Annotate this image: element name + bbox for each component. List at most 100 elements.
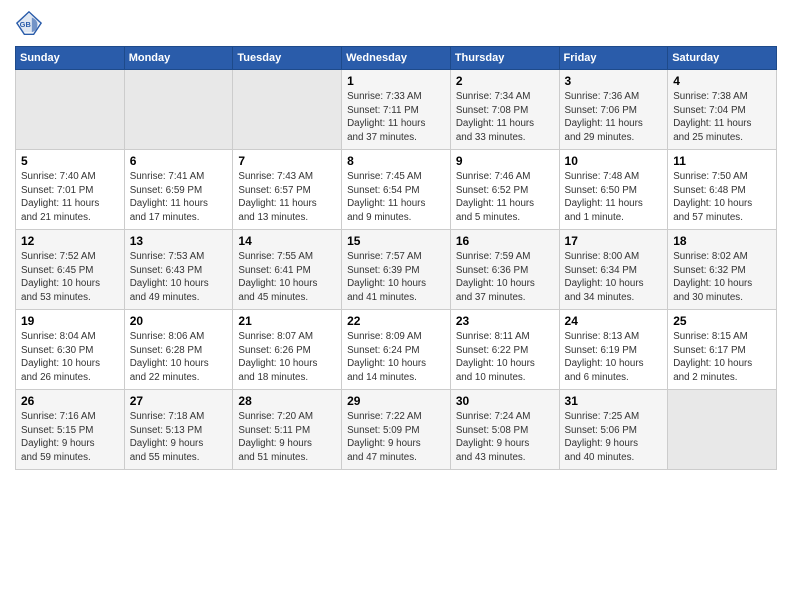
day-info: Sunrise: 7:41 AM Sunset: 6:59 PM Dayligh… [130, 170, 228, 225]
day-info: Sunrise: 7:57 AM Sunset: 6:39 PM Dayligh… [347, 250, 445, 305]
day-number: 17 [565, 234, 663, 248]
day-info: Sunrise: 7:25 AM Sunset: 5:06 PM Dayligh… [565, 410, 663, 465]
day-info: Sunrise: 7:22 AM Sunset: 5:09 PM Dayligh… [347, 410, 445, 465]
header-day-thursday: Thursday [450, 47, 559, 70]
day-info: Sunrise: 7:59 AM Sunset: 6:36 PM Dayligh… [456, 250, 554, 305]
calendar-cell: 4 Sunrise: 7:38 AM Sunset: 7:04 PM Daylig… [668, 70, 777, 150]
calendar-cell: 15 Sunrise: 7:57 AM Sunset: 6:39 PM Dayli… [342, 230, 451, 310]
header-day-friday: Friday [559, 47, 668, 70]
day-number: 6 [130, 154, 228, 168]
day-number: 14 [238, 234, 336, 248]
calendar-cell: 11 Sunrise: 7:50 AM Sunset: 6:48 PM Dayli… [668, 150, 777, 230]
calendar-header: SundayMondayTuesdayWednesdayThursdayFrid… [16, 47, 777, 70]
calendar-cell: 22 Sunrise: 8:09 AM Sunset: 6:24 PM Dayli… [342, 310, 451, 390]
day-info: Sunrise: 8:06 AM Sunset: 6:28 PM Dayligh… [130, 330, 228, 385]
day-info: Sunrise: 7:38 AM Sunset: 7:04 PM Dayligh… [673, 90, 771, 145]
header-day-saturday: Saturday [668, 47, 777, 70]
calendar-week-4: 19 Sunrise: 8:04 AM Sunset: 6:30 PM Dayli… [16, 310, 777, 390]
day-info: Sunrise: 8:02 AM Sunset: 6:32 PM Dayligh… [673, 250, 771, 305]
day-number: 8 [347, 154, 445, 168]
calendar-cell [16, 70, 125, 150]
day-number: 22 [347, 314, 445, 328]
day-number: 3 [565, 74, 663, 88]
calendar-cell: 5 Sunrise: 7:40 AM Sunset: 7:01 PM Daylig… [16, 150, 125, 230]
day-number: 9 [456, 154, 554, 168]
header-day-monday: Monday [124, 47, 233, 70]
header-day-wednesday: Wednesday [342, 47, 451, 70]
calendar-cell: 2 Sunrise: 7:34 AM Sunset: 7:08 PM Daylig… [450, 70, 559, 150]
day-number: 29 [347, 394, 445, 408]
day-info: Sunrise: 7:24 AM Sunset: 5:08 PM Dayligh… [456, 410, 554, 465]
calendar-cell: 31 Sunrise: 7:25 AM Sunset: 5:06 PM Dayli… [559, 390, 668, 470]
day-number: 13 [130, 234, 228, 248]
calendar-table: SundayMondayTuesdayWednesdayThursdayFrid… [15, 46, 777, 470]
day-info: Sunrise: 7:52 AM Sunset: 6:45 PM Dayligh… [21, 250, 119, 305]
calendar-cell [668, 390, 777, 470]
day-number: 26 [21, 394, 119, 408]
day-number: 5 [21, 154, 119, 168]
day-info: Sunrise: 7:33 AM Sunset: 7:11 PM Dayligh… [347, 90, 445, 145]
calendar-cell: 17 Sunrise: 8:00 AM Sunset: 6:34 PM Dayli… [559, 230, 668, 310]
day-number: 25 [673, 314, 771, 328]
calendar-cell: 23 Sunrise: 8:11 AM Sunset: 6:22 PM Dayli… [450, 310, 559, 390]
day-info: Sunrise: 7:36 AM Sunset: 7:06 PM Dayligh… [565, 90, 663, 145]
day-info: Sunrise: 8:07 AM Sunset: 6:26 PM Dayligh… [238, 330, 336, 385]
day-number: 18 [673, 234, 771, 248]
calendar-cell: 20Sunrise: 8:06 AM Sunset: 6:28 PM Dayli… [124, 310, 233, 390]
day-number: 23 [456, 314, 554, 328]
calendar-week-5: 26 Sunrise: 7:16 AM Sunset: 5:15 PM Dayli… [16, 390, 777, 470]
page-header: GB [15, 10, 777, 38]
day-info: Sunrise: 8:00 AM Sunset: 6:34 PM Dayligh… [565, 250, 663, 305]
calendar-cell: 8 Sunrise: 7:45 AM Sunset: 6:54 PM Daylig… [342, 150, 451, 230]
calendar-cell: 28 Sunrise: 7:20 AM Sunset: 5:11 PM Dayli… [233, 390, 342, 470]
day-info: Sunrise: 7:34 AM Sunset: 7:08 PM Dayligh… [456, 90, 554, 145]
day-number: 7 [238, 154, 336, 168]
day-number: 12 [21, 234, 119, 248]
day-number: 10 [565, 154, 663, 168]
calendar-cell: 27Sunrise: 7:18 AM Sunset: 5:13 PM Dayli… [124, 390, 233, 470]
calendar-cell: 29 Sunrise: 7:22 AM Sunset: 5:09 PM Dayli… [342, 390, 451, 470]
day-number: 21 [238, 314, 336, 328]
logo: GB [15, 10, 47, 38]
day-info: Sunrise: 7:45 AM Sunset: 6:54 PM Dayligh… [347, 170, 445, 225]
calendar-week-1: 1 Sunrise: 7:33 AM Sunset: 7:11 PM Daylig… [16, 70, 777, 150]
logo-icon: GB [15, 10, 43, 38]
day-info: Sunrise: 7:43 AM Sunset: 6:57 PM Dayligh… [238, 170, 336, 225]
day-number: 4 [673, 74, 771, 88]
day-info: Sunrise: 7:16 AM Sunset: 5:15 PM Dayligh… [21, 410, 119, 465]
day-info: Sunrise: 7:20 AM Sunset: 5:11 PM Dayligh… [238, 410, 336, 465]
day-number: 27 [130, 394, 228, 408]
day-number: 11 [673, 154, 771, 168]
day-number: 19 [21, 314, 119, 328]
calendar-cell [233, 70, 342, 150]
calendar-cell: 13Sunrise: 7:53 AM Sunset: 6:43 PM Dayli… [124, 230, 233, 310]
calendar-week-3: 12 Sunrise: 7:52 AM Sunset: 6:45 PM Dayli… [16, 230, 777, 310]
day-number: 15 [347, 234, 445, 248]
day-number: 2 [456, 74, 554, 88]
day-number: 31 [565, 394, 663, 408]
calendar-cell: 3 Sunrise: 7:36 AM Sunset: 7:06 PM Daylig… [559, 70, 668, 150]
calendar-cell: 30 Sunrise: 7:24 AM Sunset: 5:08 PM Dayli… [450, 390, 559, 470]
svg-text:GB: GB [20, 20, 32, 29]
calendar-body: 1 Sunrise: 7:33 AM Sunset: 7:11 PM Daylig… [16, 70, 777, 470]
header-day-tuesday: Tuesday [233, 47, 342, 70]
day-number: 28 [238, 394, 336, 408]
day-number: 16 [456, 234, 554, 248]
calendar-cell: 7 Sunrise: 7:43 AM Sunset: 6:57 PM Daylig… [233, 150, 342, 230]
calendar-cell: 1 Sunrise: 7:33 AM Sunset: 7:11 PM Daylig… [342, 70, 451, 150]
calendar-cell [124, 70, 233, 150]
calendar-cell: 6 Sunrise: 7:41 AM Sunset: 6:59 PM Daylig… [124, 150, 233, 230]
header-day-sunday: Sunday [16, 47, 125, 70]
calendar-cell: 12 Sunrise: 7:52 AM Sunset: 6:45 PM Dayli… [16, 230, 125, 310]
day-info: Sunrise: 8:15 AM Sunset: 6:17 PM Dayligh… [673, 330, 771, 385]
day-info: Sunrise: 8:13 AM Sunset: 6:19 PM Dayligh… [565, 330, 663, 385]
day-info: Sunrise: 8:09 AM Sunset: 6:24 PM Dayligh… [347, 330, 445, 385]
day-number: 1 [347, 74, 445, 88]
day-info: Sunrise: 7:50 AM Sunset: 6:48 PM Dayligh… [673, 170, 771, 225]
calendar-week-2: 5 Sunrise: 7:40 AM Sunset: 7:01 PM Daylig… [16, 150, 777, 230]
day-number: 30 [456, 394, 554, 408]
calendar-cell: 14Sunrise: 7:55 AM Sunset: 6:41 PM Dayli… [233, 230, 342, 310]
day-info: Sunrise: 7:40 AM Sunset: 7:01 PM Dayligh… [21, 170, 119, 225]
day-info: Sunrise: 8:11 AM Sunset: 6:22 PM Dayligh… [456, 330, 554, 385]
day-info: Sunrise: 8:04 AM Sunset: 6:30 PM Dayligh… [21, 330, 119, 385]
